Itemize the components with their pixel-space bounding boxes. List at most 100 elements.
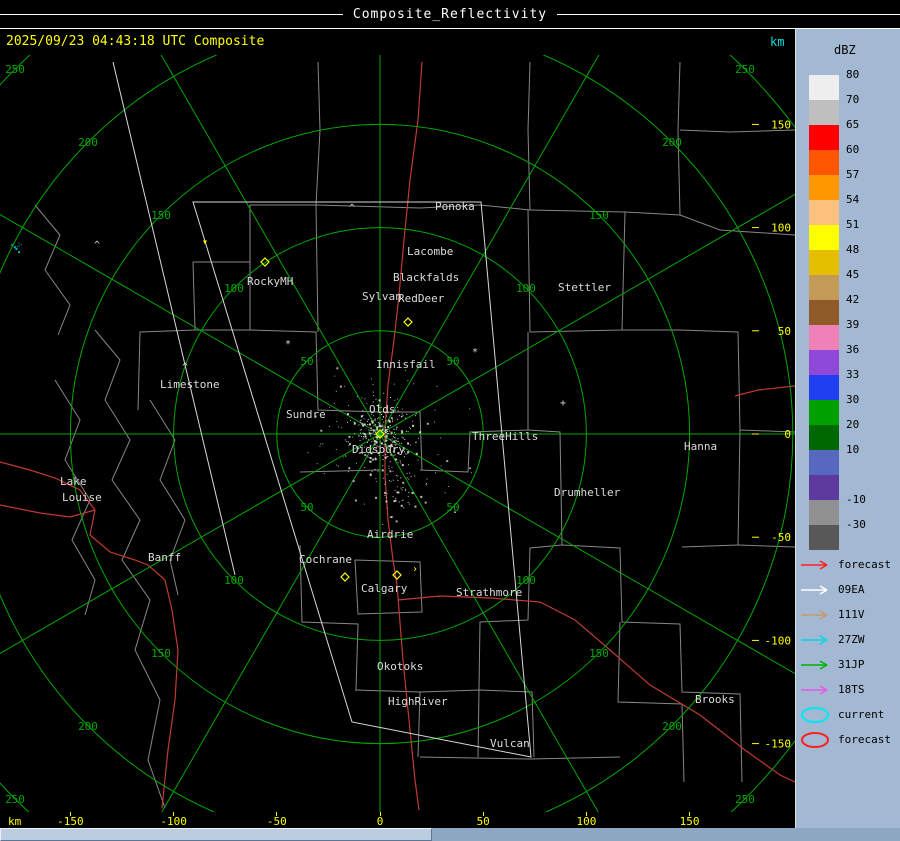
city-label: Sundre xyxy=(286,408,326,421)
colorbar-value-label: 80 xyxy=(846,68,860,81)
legend-label: forecast xyxy=(838,733,891,746)
colorbar-value-label: 45 xyxy=(846,268,860,281)
colorbar-value-label: 51 xyxy=(846,218,860,231)
track-legend: forecast 09EA 111V 27ZW 31JP 18TS current forec… xyxy=(796,552,900,752)
city-label: Strathmore xyxy=(456,586,522,599)
titlebar-rule-left xyxy=(0,13,343,15)
colorbar-value-label: -10 xyxy=(846,493,866,506)
range-ring-label: 100 xyxy=(224,574,244,587)
city-label: RedDeer xyxy=(398,292,445,305)
colorbar-value-label: 10 xyxy=(846,443,860,456)
colorbar-sidebar: dBZ 80 70 65 60 57 54 51 48 45 42 39 36 33 30 20 10 -10 -… xyxy=(795,29,900,828)
colorbar-value-label: 70 xyxy=(846,93,860,106)
range-ring-label: 250 xyxy=(5,793,25,806)
point-marker: ^ xyxy=(349,203,355,214)
range-ring-label: 250 xyxy=(735,793,755,806)
legend-item: current xyxy=(796,702,900,727)
radar-map-area: 50 50 50 50 100 100 100 100 150 150 150 150 200 200 20… xyxy=(0,55,795,812)
city-labels: Ponoka Lacombe Blackfalds SylvanRedDeer Rock… xyxy=(60,200,735,750)
x-axis-label: 150 xyxy=(679,815,700,828)
colorbar-block-row: -30 xyxy=(796,518,900,550)
range-ring-label: 50 xyxy=(300,501,313,514)
point-marker: * xyxy=(285,339,291,350)
colorbar-swatch xyxy=(809,325,839,350)
colorbar-value-label: 33 xyxy=(846,368,860,381)
y-axis-label: 100 xyxy=(771,222,791,235)
range-ring-label: 200 xyxy=(662,720,682,733)
legend-arrow-icon xyxy=(798,580,838,600)
scrollbar-thumb[interactable] xyxy=(0,828,432,841)
city-label: Okotoks xyxy=(377,660,423,673)
legend-item: forecast xyxy=(796,727,900,752)
colorbar-swatch xyxy=(809,275,839,300)
km-unit-top-label: km xyxy=(770,35,785,49)
legend-ellipse-icon xyxy=(798,705,838,725)
radar-site-diamond-icon xyxy=(340,572,350,582)
city-label: Hanna xyxy=(684,440,717,453)
city-label: Vulcan xyxy=(490,737,530,750)
x-axis-label: 100 xyxy=(576,815,597,828)
city-label: Cochrane xyxy=(299,553,352,566)
colorbar-value-label: 20 xyxy=(846,418,860,431)
city-label: Innisfail xyxy=(376,358,436,371)
colorbar-value-label: 36 xyxy=(846,343,860,356)
city-label: Limestone xyxy=(160,378,220,391)
titlebar-rule-right xyxy=(557,13,900,15)
point-marker: . xyxy=(467,461,473,472)
colorbar-swatch xyxy=(809,375,839,400)
colorbar-value-label: 54 xyxy=(846,193,860,206)
city-label: Drumheller xyxy=(554,486,621,499)
colorbar-swatch xyxy=(809,350,839,375)
legend-arrow-icon xyxy=(798,605,838,625)
range-ring-label: 50 xyxy=(446,355,459,368)
city-label: ThreeHills xyxy=(472,430,538,443)
point-marker: ^ xyxy=(94,240,100,251)
colorbar-swatch xyxy=(809,150,839,175)
city-label: Calgary xyxy=(361,582,408,595)
dbz-color-scale: 80 70 65 60 57 54 51 48 45 42 39 36 33 30 20 10 -10 -30 xyxy=(796,68,900,550)
point-marker: + xyxy=(560,398,566,409)
colorbar-value-label: 48 xyxy=(846,243,860,256)
legend-item: 09EA xyxy=(796,577,900,602)
legend-arrow-icon xyxy=(798,555,838,575)
legend-label: 111V xyxy=(838,608,865,621)
km-unit-bottom-label: km xyxy=(8,815,22,828)
range-ring-label: 100 xyxy=(516,282,536,295)
window-title: Composite_Reflectivity xyxy=(352,6,548,22)
colorbar-swatch xyxy=(809,425,839,450)
x-axis-label: 0 xyxy=(376,815,384,828)
legend-label: 09EA xyxy=(838,583,865,596)
colorbar-value-label: -30 xyxy=(846,518,866,531)
radar-site-diamond-icon xyxy=(403,317,413,327)
colorbar-title: dBZ xyxy=(834,43,856,57)
colorbar-swatch xyxy=(809,175,839,200)
radar-site-diamond-icon xyxy=(392,570,402,580)
x-axis-label: -50 xyxy=(266,815,287,828)
y-axis-label: -100 xyxy=(765,634,792,647)
colorbar-swatch xyxy=(809,75,839,100)
city-label: Blackfalds xyxy=(393,271,459,284)
range-ring-label: 200 xyxy=(78,720,98,733)
point-marker: * xyxy=(472,347,478,358)
colorbar-swatch xyxy=(809,450,839,475)
range-ring-label: 200 xyxy=(78,136,98,149)
colorbar-value-label: 30 xyxy=(846,393,860,406)
range-ring-label: 250 xyxy=(735,63,755,76)
x-axis-label: 50 xyxy=(476,815,490,828)
range-ring-label: 150 xyxy=(589,209,609,222)
colorbar-swatch xyxy=(809,100,839,125)
radar-map[interactable]: 50 50 50 50 100 100 100 100 150 150 150 150 200 200 20… xyxy=(0,55,795,812)
colorbar-swatch xyxy=(809,500,839,525)
city-label: Didsbury xyxy=(352,443,405,456)
colorbar-value-label: 39 xyxy=(846,318,860,331)
city-label: Stettler xyxy=(558,281,611,294)
colorbar-block-row: 10 xyxy=(796,443,900,475)
horizontal-scrollbar[interactable] xyxy=(0,828,900,841)
city-label: HighRiver xyxy=(388,695,448,708)
x-axis-label: -150 xyxy=(57,815,84,828)
legend-arrow-icon xyxy=(798,630,838,650)
colorbar-swatch xyxy=(809,250,839,275)
range-ring-label: 150 xyxy=(589,647,609,660)
colorbar-swatch xyxy=(809,200,839,225)
colorbar-value-label: 65 xyxy=(846,118,860,131)
